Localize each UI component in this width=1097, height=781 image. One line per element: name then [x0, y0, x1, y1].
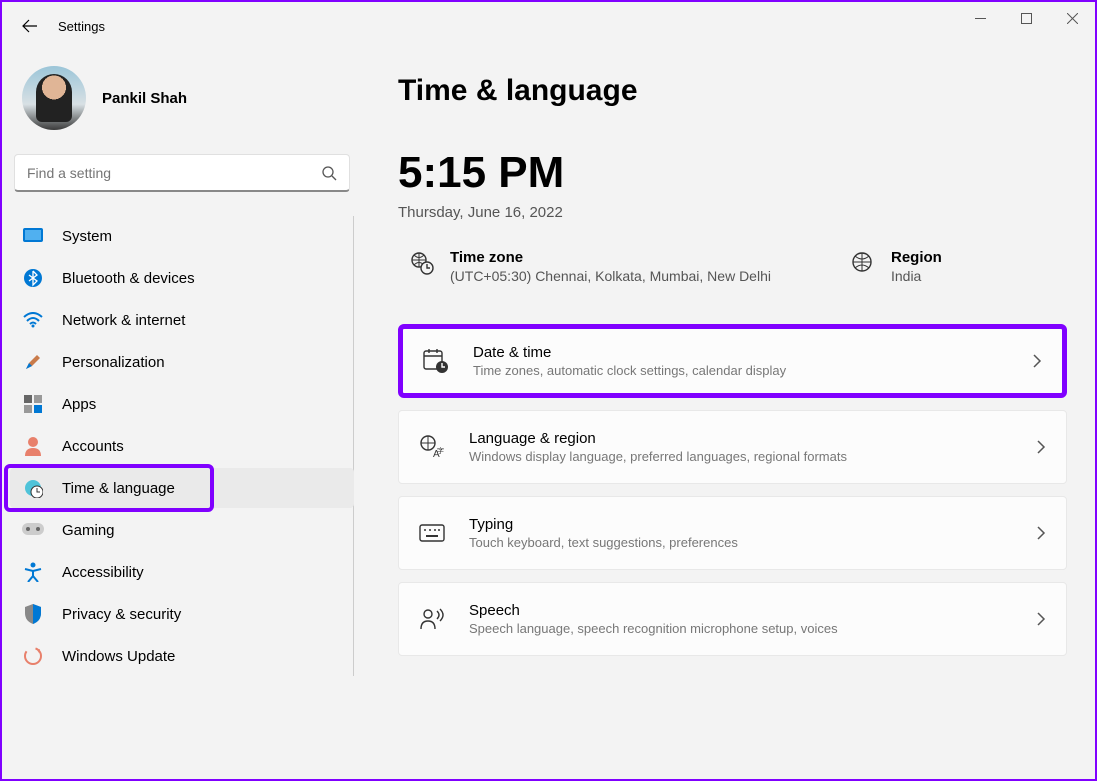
sidebar-item-personalization[interactable]: Personalization [10, 342, 354, 382]
language-icon: A字 [419, 434, 445, 460]
region-title: Region [891, 249, 942, 266]
globe-icon [851, 251, 875, 275]
sidebar-item-accounts[interactable]: Accounts [10, 426, 354, 466]
sidebar-item-label: Accessibility [62, 564, 144, 581]
nav-list: System Bluetooth & devices Network & int… [10, 216, 354, 676]
region-value: India [891, 268, 942, 284]
paintbrush-icon [22, 351, 44, 373]
wifi-icon [22, 309, 44, 331]
sidebar-item-label: Personalization [62, 354, 165, 371]
sidebar-item-label: Time & language [62, 480, 175, 497]
region-block: Region India [851, 249, 942, 284]
settings-cards: Date & time Time zones, automatic clock … [398, 324, 1067, 656]
minimize-icon [975, 13, 986, 24]
sidebar-item-time-language[interactable]: Time & language [10, 468, 354, 508]
sidebar-item-system[interactable]: System [10, 216, 354, 256]
profile-section[interactable]: Pankil Shah [10, 50, 354, 154]
sidebar-item-label: Privacy & security [62, 606, 181, 623]
card-speech[interactable]: Speech Speech language, speech recogniti… [398, 582, 1067, 656]
nav-divider [353, 216, 354, 676]
chevron-right-icon [1036, 440, 1046, 454]
sidebar-item-label: Gaming [62, 522, 115, 539]
gamepad-icon [22, 519, 44, 541]
timezone-icon [410, 251, 434, 275]
sidebar-item-bluetooth[interactable]: Bluetooth & devices [10, 258, 354, 298]
card-subtitle: Speech language, speech recognition micr… [469, 621, 1012, 636]
bluetooth-icon [22, 267, 44, 289]
update-icon [22, 645, 44, 667]
close-button[interactable] [1049, 2, 1095, 34]
apps-icon [22, 393, 44, 415]
sidebar-item-label: System [62, 228, 112, 245]
clock-globe-icon [22, 477, 44, 499]
minimize-button[interactable] [957, 2, 1003, 34]
svg-text:字: 字 [437, 446, 444, 455]
sidebar-item-gaming[interactable]: Gaming [10, 510, 354, 550]
search-icon [321, 165, 337, 181]
timezone-block: Time zone (UTC+05:30) Chennai, Kolkata, … [410, 249, 771, 284]
window-controls [957, 2, 1095, 34]
card-title: Date & time [473, 344, 1008, 361]
card-title: Speech [469, 602, 1012, 619]
sidebar-item-apps[interactable]: Apps [10, 384, 354, 424]
sidebar: Pankil Shah System Bluetooth & devices N… [2, 50, 362, 779]
shield-icon [22, 603, 44, 625]
sidebar-item-accessibility[interactable]: Accessibility [10, 552, 354, 592]
card-title: Language & region [469, 430, 1012, 447]
sidebar-item-label: Accounts [62, 438, 124, 455]
titlebar: Settings [2, 2, 1095, 50]
main-content: Time & language 5:15 PM Thursday, June 1… [362, 50, 1095, 779]
accessibility-icon [22, 561, 44, 583]
maximize-icon [1021, 13, 1032, 24]
calendar-clock-icon [423, 348, 449, 374]
timezone-title: Time zone [450, 249, 771, 266]
keyboard-icon [419, 520, 445, 546]
app-title: Settings [58, 19, 105, 34]
maximize-button[interactable] [1003, 2, 1049, 34]
system-icon [22, 225, 44, 247]
close-icon [1067, 13, 1078, 24]
search-box[interactable] [14, 154, 350, 192]
card-subtitle: Windows display language, preferred lang… [469, 449, 1012, 464]
timezone-value: (UTC+05:30) Chennai, Kolkata, Mumbai, Ne… [450, 268, 771, 284]
card-language-region[interactable]: A字 Language & region Windows display lan… [398, 410, 1067, 484]
chevron-right-icon [1036, 612, 1046, 626]
info-row: Time zone (UTC+05:30) Chennai, Kolkata, … [398, 249, 1067, 284]
date-display: Thursday, June 16, 2022 [398, 204, 1067, 221]
card-subtitle: Touch keyboard, text suggestions, prefer… [469, 535, 1012, 550]
sidebar-item-label: Bluetooth & devices [62, 270, 195, 287]
card-date-time[interactable]: Date & time Time zones, automatic clock … [398, 324, 1067, 398]
profile-name: Pankil Shah [102, 90, 187, 107]
arrow-left-icon [22, 18, 38, 34]
back-button[interactable] [10, 6, 50, 46]
card-title: Typing [469, 516, 1012, 533]
speech-icon [419, 606, 445, 632]
sidebar-item-windows-update[interactable]: Windows Update [10, 636, 354, 676]
chevron-right-icon [1036, 526, 1046, 540]
avatar [22, 66, 86, 130]
sidebar-item-label: Network & internet [62, 312, 185, 329]
page-title: Time & language [398, 74, 1067, 108]
sidebar-item-network[interactable]: Network & internet [10, 300, 354, 340]
card-typing[interactable]: Typing Touch keyboard, text suggestions,… [398, 496, 1067, 570]
search-input[interactable] [27, 165, 321, 181]
card-subtitle: Time zones, automatic clock settings, ca… [473, 363, 1008, 378]
person-icon [22, 435, 44, 457]
sidebar-item-privacy[interactable]: Privacy & security [10, 594, 354, 634]
sidebar-item-label: Apps [62, 396, 96, 413]
sidebar-item-label: Windows Update [62, 648, 175, 665]
chevron-right-icon [1032, 354, 1042, 368]
clock-display: 5:15 PM [398, 148, 1067, 198]
